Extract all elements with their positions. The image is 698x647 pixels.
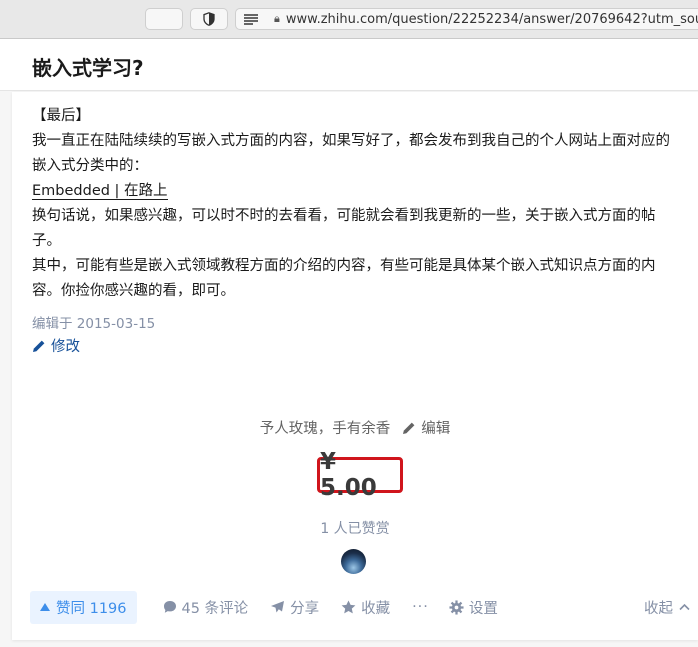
question-header: 嵌入式学习? (0, 39, 698, 91)
triangle-up-icon (40, 603, 50, 611)
share-label: 分享 (290, 600, 320, 617)
action-bar: 赞同 1196 45 条评论 分享 收藏 ··· 设置 收起 (30, 590, 690, 624)
gear-icon (449, 599, 464, 615)
edited-date[interactable]: 编辑于 2015-03-15 (32, 312, 155, 332)
pencil-icon (33, 340, 45, 352)
lock-icon: 🔒︎ (274, 12, 280, 25)
favorite-label: 收藏 (361, 600, 391, 617)
modify-button[interactable]: 修改 (32, 335, 80, 356)
answer-card: 【最后】 我一直正在陆陆续续的写嵌入式方面的内容，如果写好了，都会发布到我自己的… (12, 92, 698, 640)
star-icon (341, 600, 356, 614)
vote-up-button[interactable]: 赞同 1196 (30, 590, 137, 624)
comment-icon (163, 601, 176, 613)
browser-toolbar: 🔒︎ www.zhihu.com/question/22252234/answe… (0, 0, 698, 39)
comment-button[interactable]: 45 条评论 (163, 597, 249, 618)
address-bar[interactable]: 🔒︎ www.zhihu.com/question/22252234/answe… (235, 8, 698, 30)
reward-slogan-row: 予人玫瑰，手有余香 编辑 (12, 417, 698, 438)
answer-content: 【最后】 我一直正在陆陆续续的写嵌入式方面的内容，如果写好了，都会发布到我自己的… (32, 104, 682, 304)
collapse-button[interactable]: 收起 (644, 597, 690, 618)
share-button[interactable]: 分享 (270, 597, 319, 618)
question-title[interactable]: 嵌入式学习? (32, 52, 144, 81)
reward-count[interactable]: 1 人已赞赏 (12, 518, 698, 538)
reward-slogan: 予人玫瑰，手有余香 (259, 421, 391, 437)
settings-label: 设置 (468, 600, 498, 617)
comment-label: 45 条评论 (181, 600, 249, 617)
answer-paragraph: 换句话说，如果感兴趣，可以时不时的去看看，可能就会看到我更新的一些，关于嵌入式方… (32, 208, 656, 249)
answer-paragraph: 我一直正在陆陆续续的写嵌入式方面的内容，如果写好了，都会发布到我自己的个人网站上… (32, 133, 670, 174)
collapse-label: 收起 (644, 600, 673, 617)
embedded-link[interactable]: Embedded | 在路上 (32, 183, 168, 200)
sidebar-button[interactable] (145, 8, 183, 30)
url-text: www.zhihu.com/question/22252234/answer/2… (285, 11, 698, 27)
pencil-icon (403, 422, 415, 434)
more-button[interactable]: ··· (412, 599, 429, 615)
reward-edit-button[interactable]: 编辑 (402, 417, 450, 438)
answer-heading: 【最后】 (32, 108, 90, 124)
modify-label: 修改 (51, 339, 80, 355)
reward-edit-label: 编辑 (421, 421, 451, 437)
answer-link-line: Embedded | 在路上 (32, 179, 682, 204)
shield-icon (203, 12, 215, 26)
reward-price-button[interactable]: ¥ 5.00 (317, 449, 403, 501)
avatar[interactable] (341, 549, 366, 574)
privacy-shield-button[interactable] (190, 8, 228, 30)
paper-plane-icon (271, 601, 285, 613)
settings-button[interactable]: 设置 (449, 597, 498, 618)
vote-label: 赞同 1196 (56, 600, 127, 617)
chevron-up-icon (679, 603, 690, 611)
answer-paragraph: 其中，可能有些是嵌入式领域教程方面的介绍的内容，有些可能是具体某个嵌入式知识点方… (32, 258, 656, 299)
favorite-button[interactable]: 收藏 (341, 597, 390, 618)
